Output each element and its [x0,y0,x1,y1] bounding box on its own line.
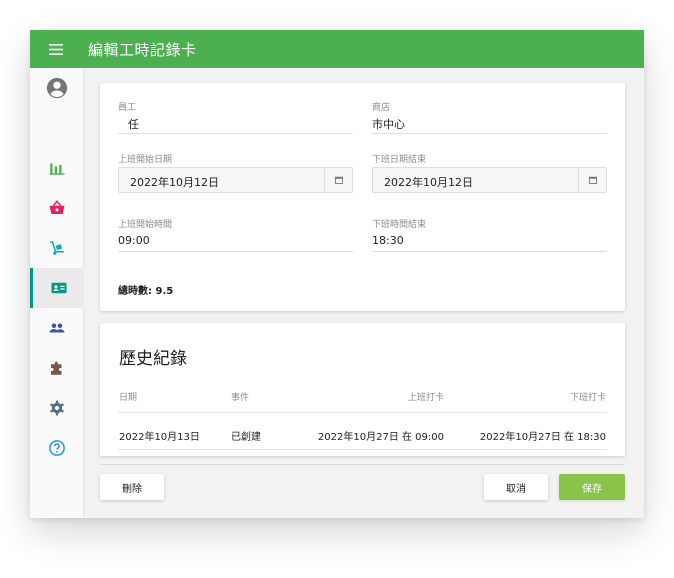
start-time-field[interactable]: 09:00 [118,234,150,247]
sidebar-item-timecard[interactable] [30,268,84,308]
delete-button[interactable]: 刪除 [100,474,164,500]
end-date-input[interactable]: 2022年10月12日 [372,167,607,193]
bar-chart-icon [49,163,65,175]
column-header-clock-out: 下班打卡 [569,393,606,403]
table-cell-clock-in: 2022年10月27日 在 09:00 [317,432,444,443]
table-cell-event: 已創建 [231,432,261,443]
end-time-label: 下班時間結束 [372,220,427,230]
badge-icon [51,282,66,294]
employee-underline [118,133,353,134]
menu-icon [49,43,63,55]
start-time-underline [118,251,353,252]
sidebar-item-settings[interactable] [30,388,84,428]
sidebar-item-help[interactable] [30,428,84,468]
column-header-date: 日期 [119,393,138,403]
table-cell-clock-out: 2022年10月27日 在 18:30 [479,432,606,443]
hand-truck-icon [50,241,64,255]
footer-divider [100,464,625,465]
table-header-divider [118,412,607,413]
store-label: 商店 [372,103,391,113]
timecard-form: 員工 任 商店 市中心 上班開始日期 2022年10月12日 下班日期結束 20… [100,83,625,311]
save-button[interactable]: 保存 [559,474,625,500]
column-header-event: 事件 [231,393,250,403]
page-title: 編輯工時記錄卡 [88,40,197,59]
shopping-basket-icon [49,200,65,214]
start-date-input[interactable]: 2022年10月12日 [118,167,353,193]
sidebar-item-shop[interactable] [30,188,84,228]
cancel-button[interactable]: 取消 [484,474,548,500]
end-date-picker-button[interactable] [578,168,606,192]
people-icon [49,323,65,333]
sidebar-item-delivery[interactable] [30,228,84,268]
end-time-field[interactable]: 18:30 [372,234,404,247]
sidebar-item-profile[interactable] [30,68,84,108]
gear-icon [50,400,64,416]
start-date-value: 2022年10月12日 [130,176,219,189]
puzzle-icon [51,361,62,375]
menu-button[interactable] [30,30,82,68]
start-time-label: 上班開始時間 [118,220,173,230]
sidebar-item-stats[interactable] [30,148,84,188]
employee-label: 員工 [118,103,137,113]
account-circle-icon [46,77,68,99]
calendar-icon [334,176,343,184]
store-field[interactable]: 市中心 [372,116,405,132]
end-date-value: 2022年10月12日 [384,176,473,189]
sidebar [30,68,84,518]
column-header-clock-in: 上班打卡 [407,393,444,403]
store-underline [372,133,607,134]
app-bar: 編輯工時記錄卡 [30,30,644,68]
sidebar-item-plugins[interactable] [30,348,84,388]
app-window: 編輯工時記錄卡 員工 任 商店 市中心 上班開始日期 2022年10月12日 下… [30,30,644,518]
end-time-underline [372,251,607,252]
calendar-icon [588,176,597,184]
start-date-picker-button[interactable] [324,168,352,192]
history-title: 歷史紀錄 [119,349,187,369]
help-icon [49,440,65,456]
sidebar-item-people[interactable] [30,308,84,348]
history-card: 歷史紀錄 日期 事件 上班打卡 下班打卡 2022年10月13日 已創建 202… [100,323,625,456]
employee-field[interactable]: 任 [128,116,139,132]
end-date-label: 下班日期結束 [372,155,427,165]
total-hours: 總時數: 9.5 [118,286,174,297]
start-date-label: 上班開始日期 [118,155,173,165]
table-cell-date: 2022年10月13日 [119,432,200,443]
table-row-divider [118,449,607,450]
